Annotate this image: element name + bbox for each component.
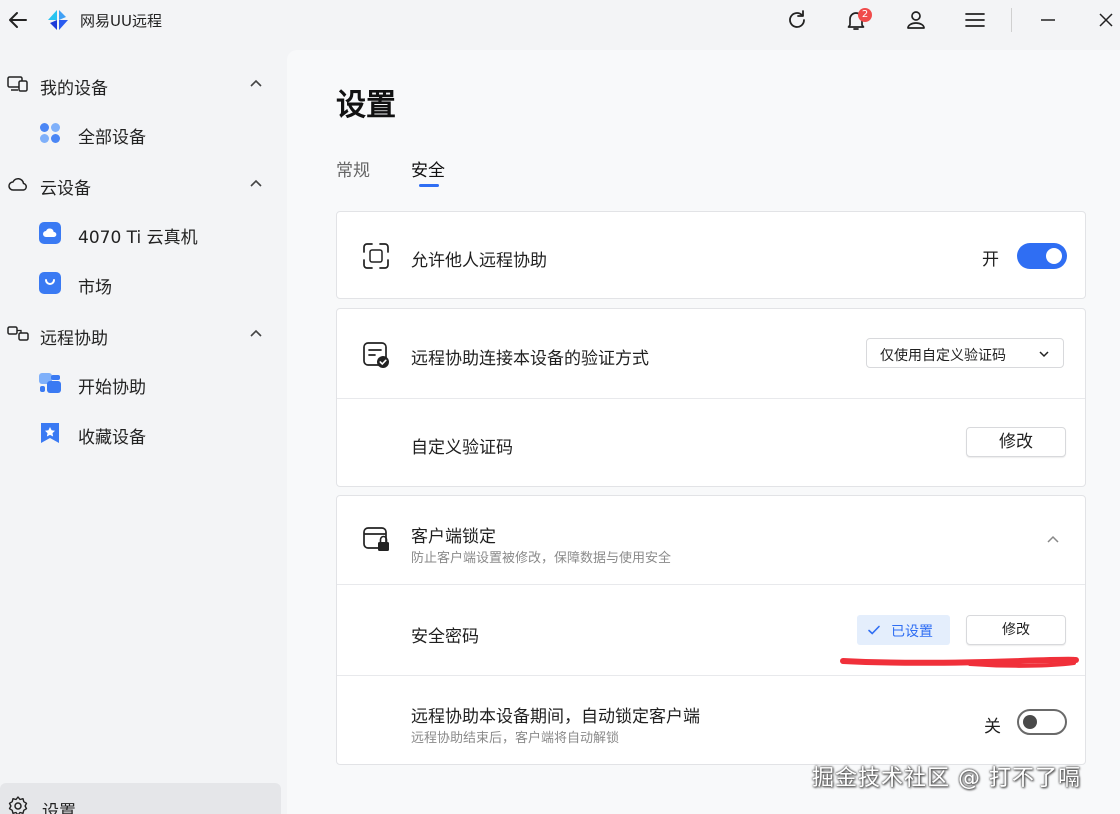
auto-lock-title: 远程协助本设备期间，自动锁定客户端 xyxy=(411,707,700,727)
auto-lock-subtitle: 远程协助结束后，客户端将自动解锁 xyxy=(411,731,620,746)
devices-icon xyxy=(7,76,28,92)
minimize-icon[interactable] xyxy=(1035,7,1061,33)
cloud-icon xyxy=(8,177,27,191)
chevron-up-icon[interactable] xyxy=(248,176,264,192)
titlebar-divider xyxy=(1011,8,1012,32)
allow-remote-state: 开 xyxy=(982,250,999,270)
checkmark-icon xyxy=(868,625,880,635)
password-status: 已设置 xyxy=(891,624,933,640)
chevron-down-icon xyxy=(1039,351,1049,358)
allow-remote-toggle[interactable] xyxy=(1017,243,1067,269)
refresh-icon[interactable] xyxy=(784,7,810,33)
sidebar-item-label: 开始协助 xyxy=(78,378,146,398)
scan-frame-icon xyxy=(363,243,389,269)
verification-method-label: 远程协助连接本设备的验证方式 xyxy=(411,349,649,369)
security-password-label: 安全密码 xyxy=(411,627,479,647)
custom-code-label: 自定义验证码 xyxy=(411,438,513,458)
password-set-badge: 已设置 xyxy=(857,615,950,645)
auto-lock-toggle[interactable] xyxy=(1017,709,1067,735)
cloud-device-icon xyxy=(39,222,61,244)
sidebar-group-label: 我的设备 xyxy=(40,79,108,99)
bookmark-star-icon xyxy=(41,423,59,443)
modify-custom-code-button[interactable]: 修改 xyxy=(966,427,1066,457)
chevron-up-icon[interactable] xyxy=(248,326,264,342)
watermark: 掘金技术社区 @ 打不了嗝 xyxy=(812,766,1081,791)
sidebar-group-my-devices[interactable]: 我的设备 xyxy=(0,62,286,106)
user-account-icon[interactable] xyxy=(903,7,929,33)
sidebar-group-label: 远程协助 xyxy=(40,329,108,349)
sidebar-item-label: 4070 Ti 云真机 xyxy=(78,228,198,248)
close-icon[interactable] xyxy=(1093,7,1119,33)
remote-assist-icon xyxy=(7,326,29,341)
verification-method-select[interactable]: 仅使用自定义验证码 xyxy=(866,338,1064,368)
title-bar: 网易UU远程 2 xyxy=(0,0,1120,40)
app-title: 网易UU远程 xyxy=(80,12,162,30)
sidebar-item-label: 市场 xyxy=(78,278,112,298)
verification-card: 远程协助连接本设备的验证方式 仅使用自定义验证码 自定义验证码 修改 xyxy=(336,308,1086,487)
app-logo-icon xyxy=(48,10,68,30)
gear-icon xyxy=(8,796,28,814)
sidebar-item-label: 收藏设备 xyxy=(78,428,146,448)
client-lock-subtitle: 防止客户端设置被修改，保障数据与使用安全 xyxy=(411,551,672,566)
client-lock-card: 客户端锁定 防止客户端设置被修改，保障数据与使用安全 安全密码 已设置 修改 远… xyxy=(336,495,1086,765)
sidebar-item-settings[interactable]: 设置 xyxy=(0,783,281,814)
sidebar-item-favorites[interactable]: 收藏设备 xyxy=(0,411,286,455)
start-assist-icon xyxy=(39,373,61,393)
tab-security[interactable]: 安全 xyxy=(411,156,445,181)
select-value: 仅使用自定义验证码 xyxy=(880,348,1006,364)
shopping-bag-icon xyxy=(39,272,61,294)
tab-general[interactable]: 常规 xyxy=(336,156,370,181)
menu-icon[interactable] xyxy=(962,7,988,33)
chevron-up-icon[interactable] xyxy=(248,76,264,92)
collapse-chevron-up-icon[interactable] xyxy=(1045,532,1061,548)
sidebar-item-market[interactable]: 市场 xyxy=(0,261,286,305)
client-lock-title: 客户端锁定 xyxy=(411,527,496,547)
page-title: 设置 xyxy=(336,88,396,123)
notification-badge: 2 xyxy=(858,8,872,22)
verified-document-icon xyxy=(363,342,389,368)
sidebar-item-start-assist[interactable]: 开始协助 xyxy=(0,361,286,405)
sidebar-item-label: 设置 xyxy=(42,802,76,814)
sidebar-group-cloud-devices[interactable]: 云设备 xyxy=(0,162,286,206)
back-arrow-icon[interactable] xyxy=(6,8,30,32)
allow-remote-card: 允许他人远程协助 开 xyxy=(336,211,1086,299)
sidebar-item-all-devices[interactable]: 全部设备 xyxy=(0,111,286,155)
allow-remote-label: 允许他人远程协助 xyxy=(411,251,547,271)
sidebar: 我的设备 全部设备 云设备 4070 Ti 云真机 市场 远程协助 开始协助 收… xyxy=(0,50,286,814)
lock-window-icon xyxy=(363,527,389,551)
modify-password-button[interactable]: 修改 xyxy=(966,615,1066,645)
auto-lock-state: 关 xyxy=(984,717,1001,737)
sidebar-group-label: 云设备 xyxy=(40,179,91,199)
red-underline-annotation xyxy=(840,656,1079,668)
active-tab-indicator xyxy=(419,184,439,187)
sidebar-item-cloud-phone[interactable]: 4070 Ti 云真机 xyxy=(0,211,286,255)
sidebar-item-label: 全部设备 xyxy=(78,128,146,148)
grid-dots-icon xyxy=(40,123,60,143)
sidebar-group-remote-assist[interactable]: 远程协助 xyxy=(0,312,286,356)
